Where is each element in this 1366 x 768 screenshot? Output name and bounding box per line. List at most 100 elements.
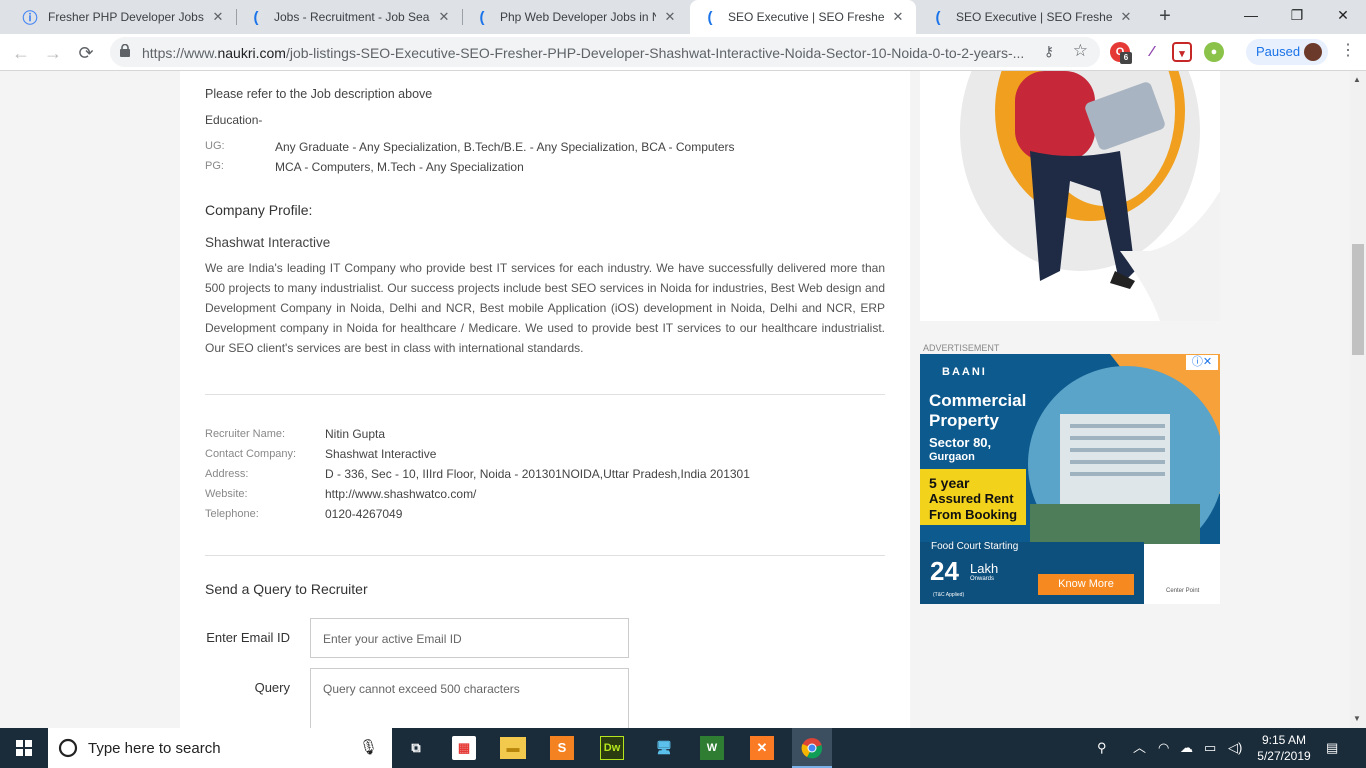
remote-desktop-icon[interactable]: 🖥: [650, 734, 678, 762]
battery-icon[interactable]: ▭: [1204, 728, 1216, 768]
tray-chevron-up-icon[interactable]: ︿: [1133, 728, 1146, 768]
close-icon[interactable]: ✕: [662, 9, 678, 25]
key-icon[interactable]: ⚷: [1044, 43, 1054, 60]
tab-title: Fresher PHP Developer Jobs in: [48, 10, 204, 24]
scroll-up-icon[interactable]: ▲: [1353, 75, 1361, 84]
close-icon[interactable]: ✕: [890, 9, 906, 25]
query-form-heading: Send a Query to Recruiter: [205, 581, 368, 597]
network-icon[interactable]: ◠: [1158, 728, 1169, 768]
tab-title: Php Web Developer Jobs in No: [500, 10, 656, 24]
ad-offer-1: 5 year: [929, 475, 970, 491]
telephone-label: Telephone:: [205, 508, 259, 520]
profile-paused-button[interactable]: Paused: [1246, 39, 1328, 65]
ad-price-unit: Lakh: [970, 561, 999, 576]
store-icon[interactable]: ▦: [452, 736, 476, 760]
email-field[interactable]: Enter your active Email ID: [310, 618, 629, 658]
ad-know-more-button[interactable]: Know More: [1038, 574, 1134, 595]
scrollbar-thumb[interactable]: [1352, 244, 1364, 355]
search-placeholder: Type here to search: [88, 740, 221, 757]
ug-value: Any Graduate - Any Specialization, B.Tec…: [275, 140, 735, 154]
page-scrollbar[interactable]: ▲ ▼: [1350, 71, 1366, 728]
action-center-icon[interactable]: ▤: [1326, 728, 1338, 768]
promo-woman-image[interactable]: [920, 71, 1220, 321]
naukri-favicon-icon: (: [707, 8, 713, 26]
taskbar-clock[interactable]: 9:15 AM 5/27/2019: [1252, 732, 1316, 764]
company-description: We are India's leading IT Company who pr…: [205, 261, 885, 355]
recruiter-name-label: Recruiter Name:: [205, 428, 286, 440]
advertisement-label: ADVERTISEMENT: [923, 343, 1000, 353]
task-view-icon[interactable]: ⧉: [402, 734, 430, 762]
pg-value: MCA - Computers, M.Tech - Any Specializa…: [275, 160, 524, 174]
windows-start-icon[interactable]: [10, 734, 38, 762]
tab-seo-executive-active[interactable]: ( SEO Executive | SEO Fresher | P ✕: [690, 0, 916, 34]
url-text: https://www.naukri.com/job-listings-SEO-…: [142, 45, 1025, 61]
tab-php-web-developer[interactable]: ( Php Web Developer Jobs in No ✕: [462, 0, 688, 34]
chrome-taskbar-icon[interactable]: [792, 728, 832, 768]
xampp-icon[interactable]: ✕: [750, 736, 774, 760]
tab-title: SEO Executive | SEO Fresher | P: [956, 10, 1112, 24]
close-icon[interactable]: ✕: [436, 9, 452, 25]
wamp-icon[interactable]: W: [700, 736, 724, 760]
query-label: Query: [254, 680, 290, 695]
close-icon[interactable]: ✕: [210, 9, 226, 25]
scroll-down-icon[interactable]: ▼: [1353, 714, 1361, 723]
job-details-column: Please refer to the Job description abov…: [180, 71, 910, 728]
ad-headline-1: Commercial: [929, 391, 1027, 410]
tab-title: Jobs - Recruitment - Job Searc: [274, 10, 430, 24]
close-window-button[interactable]: ✕: [1320, 0, 1366, 30]
recruiter-name: Nitin Gupta: [325, 427, 386, 441]
back-button[interactable]: ←: [8, 40, 34, 66]
website-link[interactable]: http://www.shashwatco.com/: [325, 487, 476, 501]
naukri-favicon-icon: (: [935, 8, 941, 26]
naukri-favicon-icon: (: [479, 8, 485, 26]
website-label: Website:: [205, 488, 248, 500]
tab-fresher-php-jobs[interactable]: ⓘ Fresher PHP Developer Jobs in ✕: [10, 0, 236, 34]
reload-button[interactable]: ⟳: [73, 40, 99, 66]
tab-jobs-recruitment[interactable]: ( Jobs - Recruitment - Job Searc ✕: [236, 0, 462, 34]
extension-shield-icon[interactable]: ▾: [1172, 42, 1192, 62]
cortana-circle-icon: [58, 738, 78, 758]
ad-brand-logo: BAANI: [942, 366, 987, 378]
restore-button[interactable]: ❐: [1274, 0, 1320, 30]
woman-in-chair-illustration: [960, 71, 1220, 321]
clock-date: 5/27/2019: [1257, 749, 1311, 763]
close-icon[interactable]: ✕: [1118, 9, 1134, 25]
ad-banner[interactable]: BAANI Commercial Property Sector 80, Gur…: [920, 354, 1220, 604]
company-profile-heading: Company Profile:: [205, 202, 313, 218]
ad-headline-2: Property: [929, 411, 999, 430]
sublime-text-icon[interactable]: S: [550, 736, 574, 760]
browser-menu-icon[interactable]: ⋮: [1340, 40, 1356, 60]
naukri-favicon-icon: ⓘ: [22, 9, 38, 27]
file-explorer-icon[interactable]: ▬: [500, 737, 526, 759]
ad-partner-logo: Center Point: [1166, 588, 1200, 594]
minimize-button[interactable]: —: [1228, 0, 1274, 30]
sidebar: ADVERTISEMENT BAANI Commercial Property: [910, 71, 1350, 728]
ad-choices-close-icon[interactable]: ⓘ✕: [1186, 355, 1218, 370]
ad-offer-2: Assured Rent: [929, 491, 1014, 506]
bookmark-star-icon[interactable]: ☆: [1073, 41, 1088, 61]
taskbar-search-input[interactable]: Type here to search 🎙: [48, 728, 392, 768]
browser-tab-strip: ⓘ Fresher PHP Developer Jobs in ✕ ( Jobs…: [0, 0, 1366, 34]
volume-icon[interactable]: ◁): [1228, 728, 1242, 768]
address-label: Address:: [205, 468, 249, 480]
ad-location-1: Sector 80,: [929, 435, 992, 450]
contact-company-label: Contact Company:: [205, 448, 297, 460]
windows-taskbar: Type here to search 🎙 ⧉ ▦ ▬ S Dw 🖥 W ✕ ⚲…: [0, 728, 1366, 768]
browser-toolbar: ← → ⟳ https://www.naukri.com/job-listing…: [0, 34, 1366, 71]
microphone-icon[interactable]: 🎙: [359, 738, 378, 756]
extension-globe-icon[interactable]: ●: [1204, 42, 1224, 62]
ug-label: UG:: [205, 140, 225, 152]
contact-company: Shashwat Interactive: [325, 447, 437, 461]
people-icon[interactable]: ⚲: [1097, 728, 1107, 768]
address-bar[interactable]: https://www.naukri.com/job-listings-SEO-…: [110, 37, 1100, 67]
new-tab-button[interactable]: +: [1153, 4, 1177, 28]
forward-button[interactable]: →: [40, 40, 66, 66]
lock-icon: [120, 44, 130, 57]
query-textarea[interactable]: Query cannot exceed 500 characters: [310, 668, 629, 728]
extension-feather-icon[interactable]: ⁄: [1142, 42, 1162, 62]
ad-offer-3: From Booking: [929, 507, 1018, 522]
tab-seo-executive[interactable]: ( SEO Executive | SEO Fresher | P ✕: [918, 0, 1144, 34]
tab-title: SEO Executive | SEO Fresher | P: [728, 10, 884, 24]
dreamweaver-icon[interactable]: Dw: [600, 736, 624, 760]
onedrive-cloud-icon[interactable]: ☁: [1180, 728, 1193, 768]
